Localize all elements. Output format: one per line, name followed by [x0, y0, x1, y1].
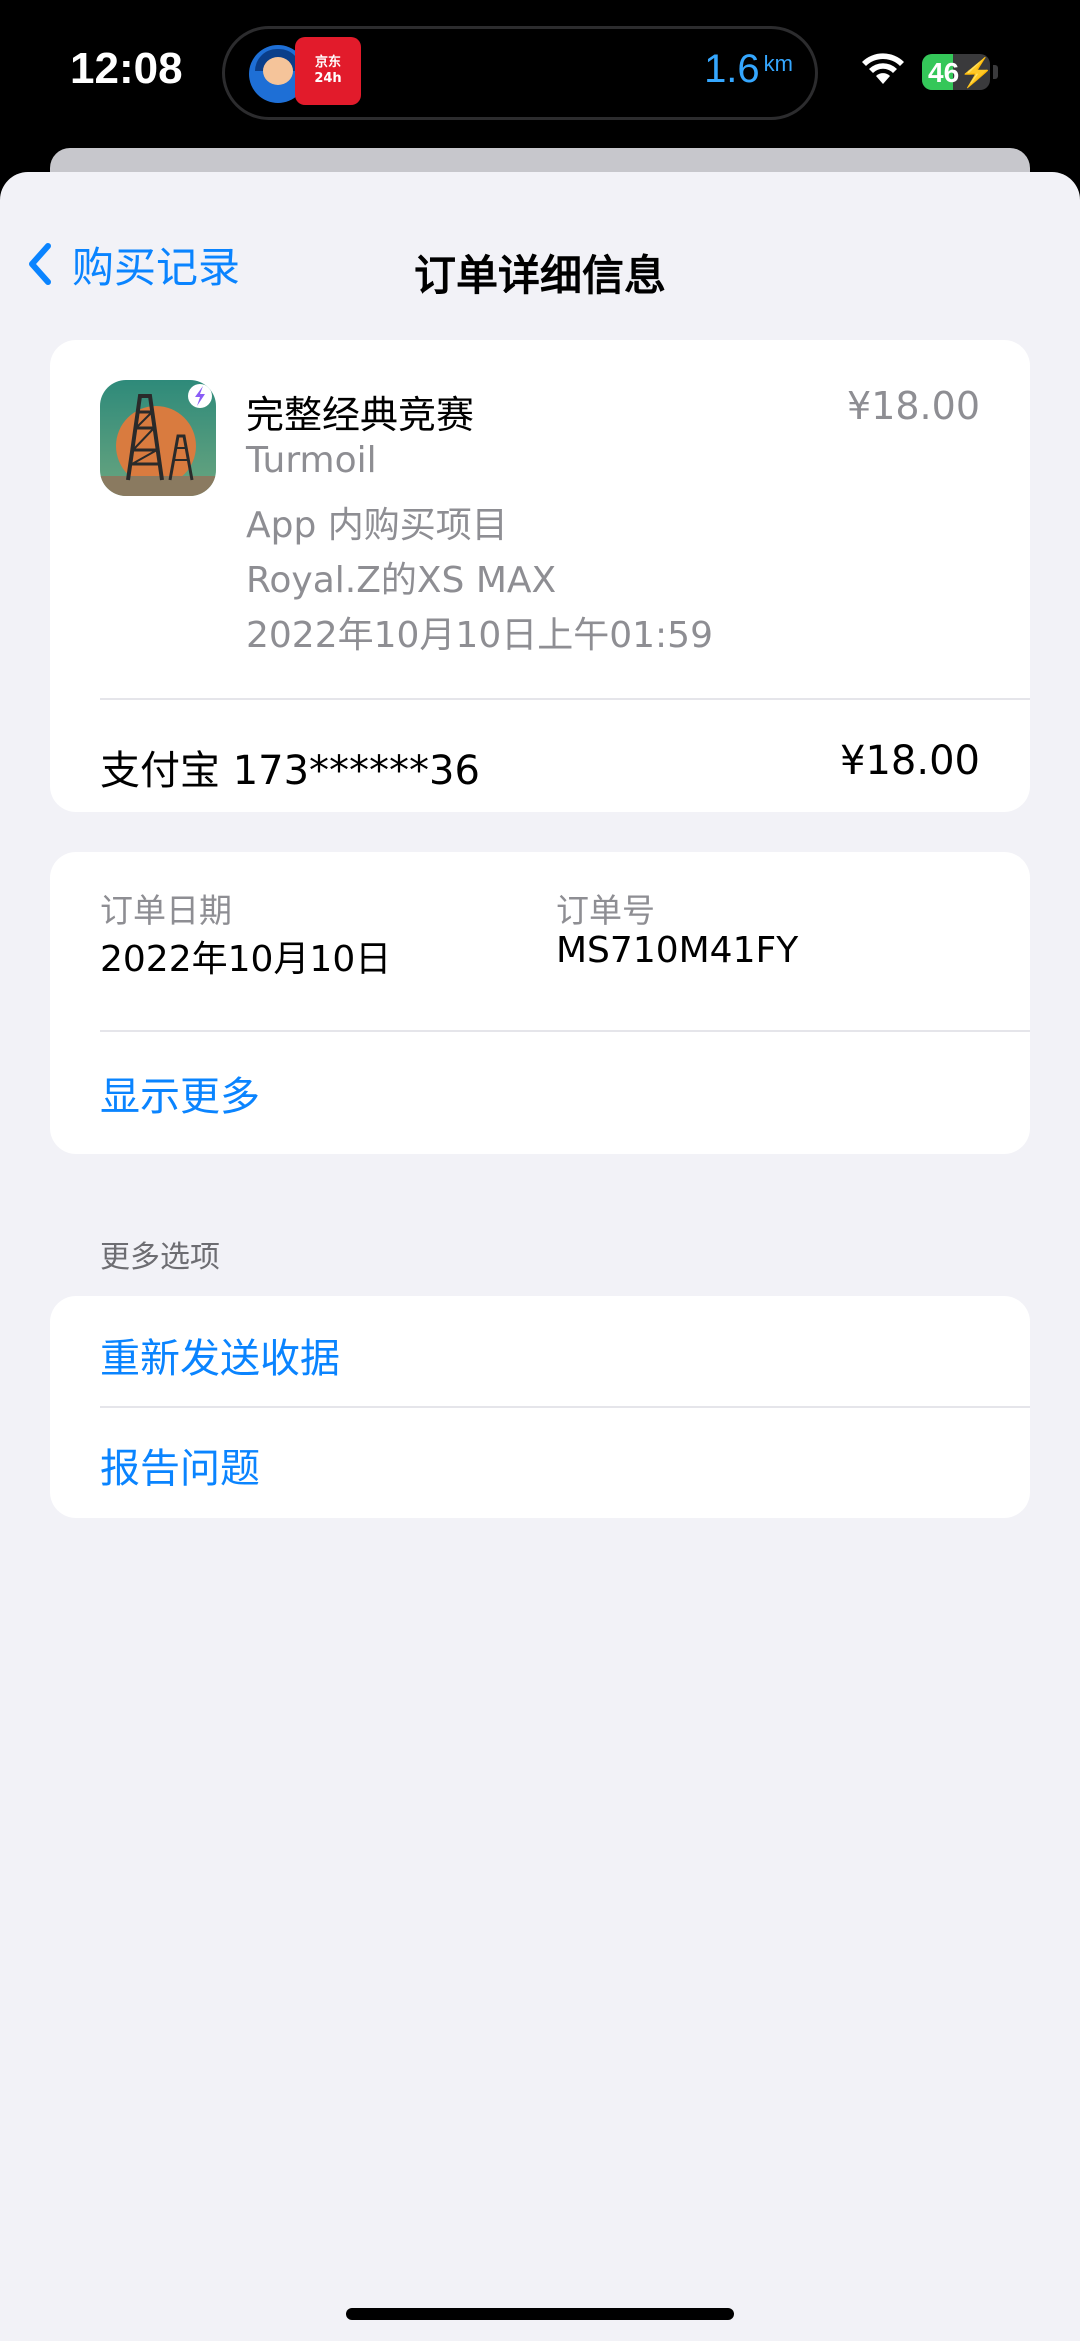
- order-info-card: 订单日期 2022年10月10日 订单号 MS710M41FY 显示更多: [50, 852, 1030, 1154]
- dynamic-island-live-activity[interactable]: 京东 24h 1.6 km: [222, 26, 818, 120]
- purchase-datetime: 2022年10月10日上午01:59: [246, 615, 713, 656]
- battery-level: 46⚡: [928, 56, 990, 89]
- more-options-card: 重新发送收据 报告问题: [50, 1296, 1030, 1518]
- device-name: Royal.Z的XS MAX: [246, 560, 557, 601]
- distance-unit: km: [763, 51, 793, 76]
- battery-nub: [993, 65, 998, 79]
- status-bar: 12:08 京东 24h 1.6 km 46⚡: [0, 0, 1080, 150]
- divider: [100, 1030, 1030, 1032]
- more-options-header: 更多选项: [100, 1240, 220, 1275]
- delivery-app-logo: 京东 24h: [295, 37, 361, 105]
- order-details-sheet: 购买记录 订单详细信息 完整经典竞赛 ¥18.00 Turmoil App 内购…: [0, 172, 1080, 2341]
- distance-value: 1.6: [704, 47, 760, 91]
- order-id-value: MS710M41FY: [556, 930, 799, 971]
- order-date-value: 2022年10月10日: [100, 939, 392, 980]
- payment-method: 支付宝 173******36: [100, 748, 480, 794]
- battery-icon: 46⚡: [922, 54, 990, 90]
- app-name: Turmoil: [246, 440, 377, 481]
- page-title: 订单详细信息: [413, 251, 666, 300]
- product-title: 完整经典竞赛: [246, 393, 475, 437]
- report-problem-button[interactable]: 报告问题: [100, 1436, 260, 1494]
- divider: [100, 1406, 1030, 1408]
- product-price: ¥18.00: [847, 384, 980, 428]
- show-more-button[interactable]: 显示更多: [100, 1064, 260, 1122]
- order-date-label: 订单日期: [100, 891, 232, 930]
- clock: 12:08: [70, 44, 183, 93]
- navigation-bar: 购买记录 订单详细信息: [0, 202, 1080, 312]
- product-card: 完整经典竞赛 ¥18.00 Turmoil App 内购买项目 Royal.Z的…: [50, 340, 1030, 812]
- home-indicator[interactable]: [346, 2308, 734, 2320]
- delivery-distance: 1.6 km: [704, 47, 793, 92]
- resend-receipt-button[interactable]: 重新发送收据: [100, 1326, 340, 1384]
- divider: [100, 698, 1030, 700]
- payment-amount: ¥18.00: [840, 738, 980, 784]
- charging-bolt-icon: ⚡: [959, 57, 990, 88]
- order-id-label: 订单号: [556, 891, 655, 930]
- oil-derrick-icon: [100, 380, 216, 496]
- purchase-type: App 内购买项目: [246, 505, 508, 546]
- wifi-icon: [862, 53, 904, 84]
